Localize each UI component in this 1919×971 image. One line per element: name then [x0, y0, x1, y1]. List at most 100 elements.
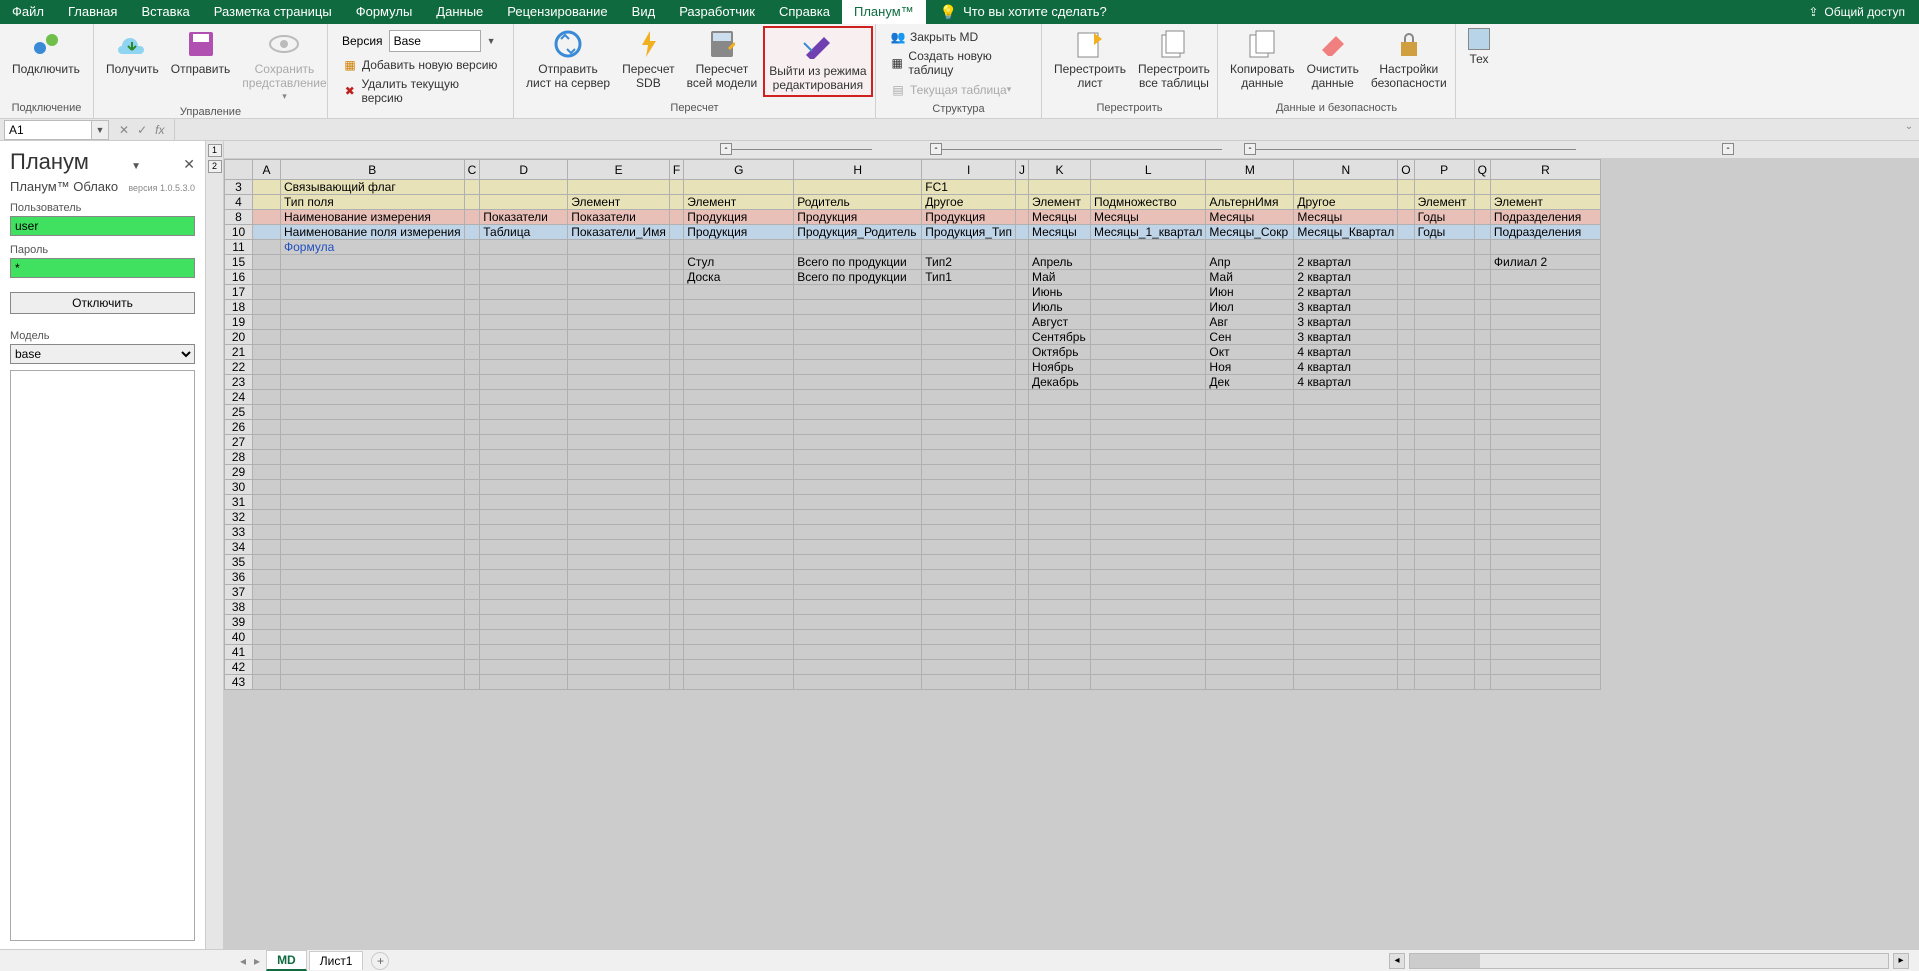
cell-A40[interactable]: [253, 630, 281, 645]
cell-I38[interactable]: [922, 600, 1016, 615]
col-header-G[interactable]: G: [684, 160, 794, 180]
cell-D18[interactable]: [480, 300, 568, 315]
cell-C40[interactable]: [464, 630, 480, 645]
cell-A19[interactable]: [253, 315, 281, 330]
cell-F20[interactable]: [669, 330, 683, 345]
cell-O35[interactable]: [1398, 555, 1414, 570]
cell-L23[interactable]: [1090, 375, 1205, 390]
cell-N35[interactable]: [1294, 555, 1398, 570]
cell-L28[interactable]: [1090, 450, 1205, 465]
cell-M11[interactable]: [1206, 240, 1294, 255]
cell-L24[interactable]: [1090, 390, 1205, 405]
cell-P29[interactable]: [1414, 465, 1474, 480]
cell-L42[interactable]: [1090, 660, 1205, 675]
row-header-32[interactable]: 32: [225, 510, 253, 525]
formula-input[interactable]: ⌄: [174, 119, 1919, 140]
cell-M31[interactable]: [1206, 495, 1294, 510]
cell-I10[interactable]: Продукция_Тип: [922, 225, 1016, 240]
cell-L40[interactable]: [1090, 630, 1205, 645]
cell-N40[interactable]: [1294, 630, 1398, 645]
cell-D32[interactable]: [480, 510, 568, 525]
cell-Q39[interactable]: [1474, 615, 1490, 630]
cell-A23[interactable]: [253, 375, 281, 390]
cell-Q31[interactable]: [1474, 495, 1490, 510]
cell-G26[interactable]: [684, 420, 794, 435]
cell-M28[interactable]: [1206, 450, 1294, 465]
cell-C22[interactable]: [464, 360, 480, 375]
cell-Q8[interactable]: [1474, 210, 1490, 225]
col-collapse-1[interactable]: [720, 143, 732, 155]
row-header-25[interactable]: 25: [225, 405, 253, 420]
cell-R26[interactable]: [1490, 420, 1600, 435]
cell-M33[interactable]: [1206, 525, 1294, 540]
cell-G11[interactable]: [684, 240, 794, 255]
row-header-16[interactable]: 16: [225, 270, 253, 285]
cell-N22[interactable]: 4 квартал: [1294, 360, 1398, 375]
cell-B15[interactable]: [281, 255, 465, 270]
cell-H32[interactable]: [794, 510, 922, 525]
cell-B37[interactable]: [281, 585, 465, 600]
cell-N24[interactable]: [1294, 390, 1398, 405]
cell-H19[interactable]: [794, 315, 922, 330]
cell-O4[interactable]: [1398, 195, 1414, 210]
cell-K25[interactable]: [1028, 405, 1090, 420]
cell-J16[interactable]: [1015, 270, 1028, 285]
cell-B38[interactable]: [281, 600, 465, 615]
cell-Q36[interactable]: [1474, 570, 1490, 585]
cell-I34[interactable]: [922, 540, 1016, 555]
cell-F30[interactable]: [669, 480, 683, 495]
cell-K15[interactable]: Апрель: [1028, 255, 1090, 270]
tab-nav-next[interactable]: ▸: [250, 954, 264, 968]
cell-J35[interactable]: [1015, 555, 1028, 570]
cell-R38[interactable]: [1490, 600, 1600, 615]
cell-K11[interactable]: [1028, 240, 1090, 255]
cell-G22[interactable]: [684, 360, 794, 375]
create-table-button[interactable]: ▦ Создать новую таблицу: [886, 48, 1031, 79]
cell-K38[interactable]: [1028, 600, 1090, 615]
row-header-15[interactable]: 15: [225, 255, 253, 270]
cell-B35[interactable]: [281, 555, 465, 570]
row-header-36[interactable]: 36: [225, 570, 253, 585]
cell-L30[interactable]: [1090, 480, 1205, 495]
connect-button[interactable]: Подключить: [6, 26, 86, 78]
cell-Q11[interactable]: [1474, 240, 1490, 255]
cell-Q22[interactable]: [1474, 360, 1490, 375]
cell-L26[interactable]: [1090, 420, 1205, 435]
cell-N25[interactable]: [1294, 405, 1398, 420]
cell-H27[interactable]: [794, 435, 922, 450]
cell-D36[interactable]: [480, 570, 568, 585]
cell-A36[interactable]: [253, 570, 281, 585]
cell-R33[interactable]: [1490, 525, 1600, 540]
cell-I4[interactable]: Другое: [922, 195, 1016, 210]
cell-C41[interactable]: [464, 645, 480, 660]
cell-E25[interactable]: [568, 405, 670, 420]
row-header-34[interactable]: 34: [225, 540, 253, 555]
cell-G18[interactable]: [684, 300, 794, 315]
cell-N34[interactable]: [1294, 540, 1398, 555]
cell-H38[interactable]: [794, 600, 922, 615]
cell-R22[interactable]: [1490, 360, 1600, 375]
cell-N26[interactable]: [1294, 420, 1398, 435]
cell-L39[interactable]: [1090, 615, 1205, 630]
cell-K17[interactable]: Июнь: [1028, 285, 1090, 300]
cell-A35[interactable]: [253, 555, 281, 570]
cell-P17[interactable]: [1414, 285, 1474, 300]
cell-M40[interactable]: [1206, 630, 1294, 645]
cell-L35[interactable]: [1090, 555, 1205, 570]
cell-I19[interactable]: [922, 315, 1016, 330]
cell-J39[interactable]: [1015, 615, 1028, 630]
cell-P22[interactable]: [1414, 360, 1474, 375]
cell-O27[interactable]: [1398, 435, 1414, 450]
cell-B32[interactable]: [281, 510, 465, 525]
cell-N19[interactable]: 3 квартал: [1294, 315, 1398, 330]
cell-M16[interactable]: Май: [1206, 270, 1294, 285]
col-header-B[interactable]: B: [281, 160, 465, 180]
cell-B36[interactable]: [281, 570, 465, 585]
cell-Q30[interactable]: [1474, 480, 1490, 495]
cell-E3[interactable]: [568, 180, 670, 195]
cell-J22[interactable]: [1015, 360, 1028, 375]
cell-K35[interactable]: [1028, 555, 1090, 570]
cell-B4[interactable]: Тип поля: [281, 195, 465, 210]
cell-M24[interactable]: [1206, 390, 1294, 405]
row-header-3[interactable]: 3: [225, 180, 253, 195]
